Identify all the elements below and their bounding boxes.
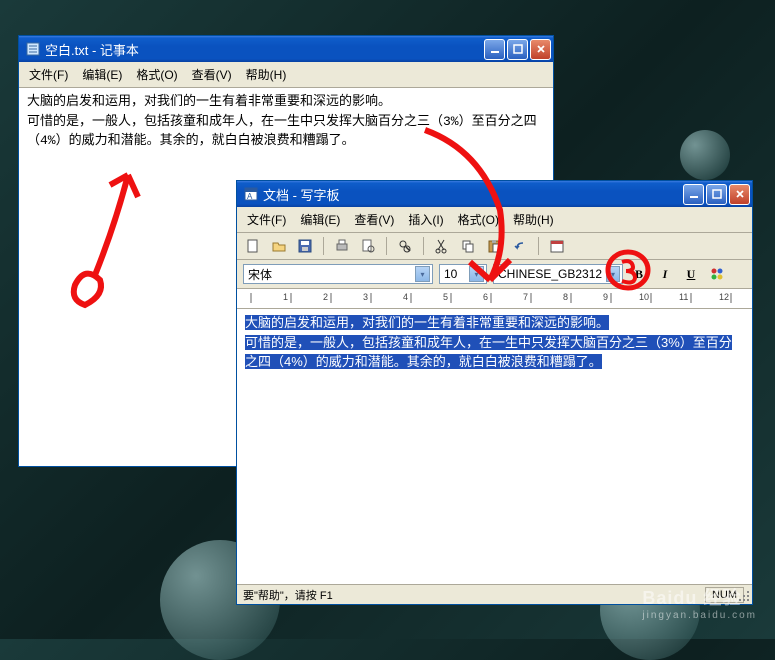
cut-button[interactable]: [432, 236, 452, 256]
toolbar-separator: [423, 237, 424, 255]
menu-edit[interactable]: 编辑(E): [76, 64, 128, 85]
font-size-value: 10: [444, 267, 457, 281]
ruler-mark: 8: [563, 292, 568, 302]
print-preview-button[interactable]: [358, 236, 378, 256]
ruler-mark: 2: [323, 292, 328, 302]
maximize-button[interactable]: [507, 39, 528, 60]
copy-button[interactable]: [458, 236, 478, 256]
ruler-mark: 12: [719, 292, 729, 302]
notepad-titlebar[interactable]: 空白.txt - 记事本: [19, 36, 553, 62]
color-button[interactable]: [707, 264, 727, 284]
watermark-url: jingyan.baidu.com: [642, 610, 757, 621]
menu-view[interactable]: 查看(V): [186, 64, 238, 85]
ruler-mark: 10: [639, 292, 649, 302]
font-name-value: 宋体: [248, 266, 272, 283]
chevron-down-icon: ▾: [415, 266, 430, 282]
ruler-mark: 11: [679, 292, 688, 302]
menu-edit[interactable]: 编辑(E): [294, 209, 346, 230]
ruler-mark: 4: [403, 292, 408, 302]
notepad-title: 空白.txt - 记事本: [45, 40, 484, 59]
ruler-mark: 7: [523, 292, 528, 302]
toolbar-separator: [323, 237, 324, 255]
font-name-combo[interactable]: 宋体 ▾: [243, 264, 433, 284]
selected-text-line: 大脑的启发和运用，对我们的一生有着非常重要和深远的影响。: [245, 315, 609, 330]
wordpad-icon: A: [243, 186, 259, 202]
save-button[interactable]: [295, 236, 315, 256]
find-button[interactable]: [395, 236, 415, 256]
minimize-button[interactable]: [683, 184, 704, 205]
wordpad-toolbar: [237, 233, 752, 260]
selected-text-line: 可惜的是，一般人，包括孩童和成年人，在一生中只发挥大脑百分之三（3%）至百分之四…: [245, 335, 732, 370]
new-button[interactable]: [243, 236, 263, 256]
desktop-droplet: [680, 130, 730, 180]
svg-text:A: A: [247, 192, 253, 201]
undo-button[interactable]: [510, 236, 530, 256]
ruler-mark: 3: [363, 292, 368, 302]
wordpad-window: A 文档 - 写字板 文件(F) 编辑(E) 查看(V) 插入(I) 格式(O)…: [236, 180, 753, 605]
menu-view[interactable]: 查看(V): [348, 209, 400, 230]
chevron-down-icon: ▾: [469, 266, 484, 282]
watermark-brand: Baidu 经验: [642, 588, 741, 608]
toolbar-separator: [538, 237, 539, 255]
text-line: 可惜的是，一般人，包括孩童和成年人，在一生中只发挥大脑百分之三（3%）至百分之四…: [27, 112, 545, 151]
text-line: 大脑的启发和运用，对我们的一生有着非常重要和深远的影响。: [27, 92, 545, 112]
underline-button[interactable]: U: [681, 264, 701, 284]
menu-format[interactable]: 格式(O): [130, 64, 183, 85]
ruler[interactable]: 1 2 3 4 5 6 7 8 9 10 11 12: [237, 289, 752, 309]
menu-help[interactable]: 帮助(H): [507, 209, 560, 230]
menu-file[interactable]: 文件(F): [23, 64, 74, 85]
ruler-mark: 1: [283, 292, 288, 302]
menu-insert[interactable]: 插入(I): [402, 209, 449, 230]
charset-combo[interactable]: CHINESE_GB2312 ▾: [493, 264, 623, 284]
notepad-icon: [25, 41, 41, 57]
chevron-down-icon: ▾: [606, 266, 620, 282]
paste-button[interactable]: [484, 236, 504, 256]
ruler-mark: 5: [443, 292, 448, 302]
menu-file[interactable]: 文件(F): [241, 209, 292, 230]
open-button[interactable]: [269, 236, 289, 256]
charset-value: CHINESE_GB2312: [498, 267, 602, 281]
wordpad-title: 文档 - 写字板: [263, 185, 683, 204]
wordpad-formatbar: 宋体 ▾ 10 ▾ CHINESE_GB2312 ▾ B I U: [237, 260, 752, 289]
maximize-button[interactable]: [706, 184, 727, 205]
close-button[interactable]: [530, 39, 551, 60]
italic-button[interactable]: I: [655, 264, 675, 284]
menu-format[interactable]: 格式(O): [452, 209, 505, 230]
wordpad-titlebar[interactable]: A 文档 - 写字板: [237, 181, 752, 207]
wordpad-textarea[interactable]: 大脑的启发和运用，对我们的一生有着非常重要和深远的影响。 可惜的是，一般人，包括…: [237, 309, 752, 584]
font-size-combo[interactable]: 10 ▾: [439, 264, 487, 284]
notepad-menubar: 文件(F) 编辑(E) 格式(O) 查看(V) 帮助(H): [19, 62, 553, 88]
minimize-button[interactable]: [484, 39, 505, 60]
status-help-text: 要"帮助"，请按 F1: [243, 587, 333, 603]
datetime-button[interactable]: [547, 236, 567, 256]
wordpad-menubar: 文件(F) 编辑(E) 查看(V) 插入(I) 格式(O) 帮助(H): [237, 207, 752, 233]
watermark: Baidu 经验 jingyan.baidu.com: [642, 584, 757, 621]
toolbar-separator: [386, 237, 387, 255]
close-button[interactable]: [729, 184, 750, 205]
menu-help[interactable]: 帮助(H): [240, 64, 293, 85]
print-button[interactable]: [332, 236, 352, 256]
bold-button[interactable]: B: [629, 264, 649, 284]
ruler-mark: 9: [603, 292, 608, 302]
ruler-mark: 6: [483, 292, 488, 302]
